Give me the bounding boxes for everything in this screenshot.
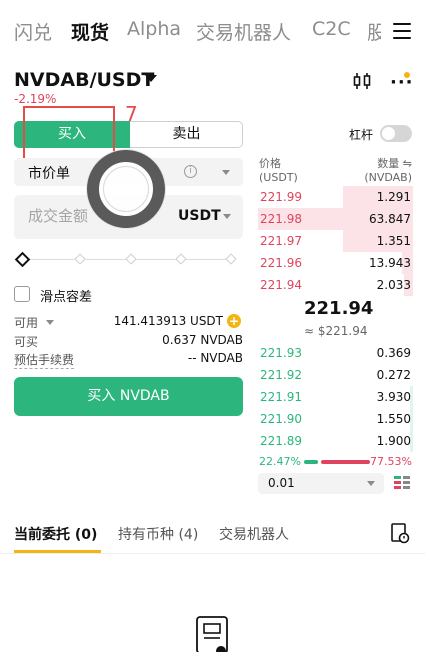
precision-select[interactable]: 0.01 (258, 473, 384, 494)
order-history-icon[interactable] (390, 522, 410, 544)
annotation-number: 7 (125, 102, 138, 126)
buy-submit-button[interactable]: 买入 NVDAB (14, 377, 243, 416)
annotation-box (23, 106, 115, 162)
info-icon[interactable]: i (184, 165, 197, 178)
bid-row[interactable]: 221.89 1.900 (258, 430, 413, 452)
chevron-down-icon (222, 170, 230, 175)
ask-quantity: 1.351 (376, 234, 411, 248)
bid-row[interactable]: 221.92 0.272 (258, 364, 413, 386)
nav-tab-spot[interactable]: 现货 (71, 18, 109, 45)
ask-row[interactable]: 221.99 1.291 (258, 186, 413, 208)
nav-tab-swap[interactable]: 闪兑 (14, 18, 52, 45)
slippage-checkbox[interactable] (14, 286, 30, 302)
swap-unit-icon[interactable]: ⇋ (403, 157, 412, 170)
pair-symbol[interactable]: NVDAB/USDT (14, 69, 154, 91)
bid-quantity: 3.930 (376, 390, 411, 404)
amount-slider[interactable] (14, 251, 239, 268)
ask-price: 221.94 (260, 278, 302, 292)
buy-ratio: 22.47% (259, 455, 301, 468)
ask-row[interactable]: 221.94 2.033 (258, 274, 413, 296)
bid-quantity: 1.900 (376, 434, 411, 448)
ask-price: 221.96 (260, 256, 302, 270)
bid-price: 221.93 (260, 346, 302, 360)
bid-price: 221.92 (260, 368, 302, 382)
chevron-down-icon (223, 214, 231, 219)
ask-quantity: 13.943 (369, 256, 411, 270)
ask-quantity: 1.291 (376, 190, 411, 204)
orderbook-layout-icon[interactable] (393, 475, 411, 493)
slider-tick[interactable] (125, 253, 137, 265)
chevron-down-icon (367, 481, 375, 486)
can-buy-label: 可买 (14, 335, 39, 349)
more-options-icon[interactable]: ··· (390, 74, 414, 92)
quantity-header[interactable]: 数量 ⇋ (NVDAB) (364, 157, 412, 185)
sell-tab[interactable]: 卖出 (130, 121, 243, 148)
can-buy-value: 0.637 NVDAB (162, 333, 243, 347)
available-label[interactable]: 可用 (14, 314, 38, 331)
leverage-toggle[interactable] (380, 125, 412, 142)
buy-ratio-bar (304, 460, 318, 464)
nav-tab-stocks[interactable]: 股 (367, 18, 381, 45)
amount-unit-select[interactable]: USDT (178, 208, 221, 224)
slider-tick[interactable] (175, 253, 187, 265)
precision-value: 0.01 (268, 476, 295, 490)
tab-open-orders[interactable]: 当前委托 (0) (14, 524, 97, 544)
bid-quantity: 1.550 (376, 412, 411, 426)
ask-quantity: 63.847 (369, 212, 411, 226)
bid-price: 221.91 (260, 390, 302, 404)
ask-row[interactable]: 221.98 63.847 (258, 208, 413, 230)
mid-price[interactable]: 221.94 (304, 298, 373, 319)
tab-trading-bots[interactable]: 交易机器人 (219, 524, 289, 544)
fee-value: -- NVDAB (187, 351, 243, 365)
available-dropdown-icon[interactable] (46, 320, 54, 325)
available-value: 141.413913 USDT (113, 314, 223, 328)
price-header: 价格 (USDT) (259, 157, 298, 184)
notification-dot (404, 72, 410, 78)
bid-row[interactable]: 221.91 3.930 (258, 386, 413, 408)
ask-price: 221.99 (260, 190, 302, 204)
slider-tick[interactable] (225, 253, 237, 265)
nav-tab-alpha[interactable]: Alpha (127, 18, 181, 40)
empty-state-icon (196, 616, 228, 652)
bid-price: 221.90 (260, 412, 302, 426)
leverage-label: 杠杆 (349, 128, 374, 142)
fee-label[interactable]: 预估手续费 (14, 351, 75, 369)
bid-quantity: 0.272 (376, 368, 411, 382)
ask-price: 221.98 (260, 212, 302, 226)
touch-indicator (87, 150, 165, 228)
deposit-plus-icon[interactable]: + (227, 314, 241, 328)
candlestick-chart-icon[interactable] (352, 71, 372, 91)
bid-row[interactable]: 221.93 0.369 (258, 342, 413, 364)
menu-icon[interactable] (393, 23, 411, 39)
ask-row[interactable]: 221.97 1.351 (258, 230, 413, 252)
ask-row[interactable]: 221.96 13.943 (258, 252, 413, 274)
nav-tab-c2c[interactable]: C2C (312, 18, 351, 40)
tab-holdings[interactable]: 持有币种 (4) (118, 524, 198, 544)
ask-price: 221.97 (260, 234, 302, 248)
order-type-label: 市价单 (28, 166, 70, 182)
bid-row[interactable]: 221.90 1.550 (258, 408, 413, 430)
pair-change: -2.19% (14, 92, 57, 106)
pair-dropdown-icon[interactable] (145, 75, 157, 82)
slider-handle[interactable] (14, 251, 31, 268)
bid-price: 221.89 (260, 434, 302, 448)
bid-quantity: 0.369 (376, 346, 411, 360)
mid-fiat-price: ≈ $221.94 (304, 324, 368, 338)
slider-tick[interactable] (74, 253, 86, 265)
slippage-label[interactable]: 滑点容差 (40, 286, 92, 305)
ask-quantity: 2.033 (376, 278, 411, 292)
nav-tab-trading-bot[interactable]: 交易机器人 (196, 18, 291, 45)
sell-ratio: 77.53% (370, 455, 412, 468)
top-nav: 闪兑 现货 Alpha 交易机器人 C2C 股 (0, 0, 425, 62)
sell-ratio-bar (321, 460, 370, 464)
